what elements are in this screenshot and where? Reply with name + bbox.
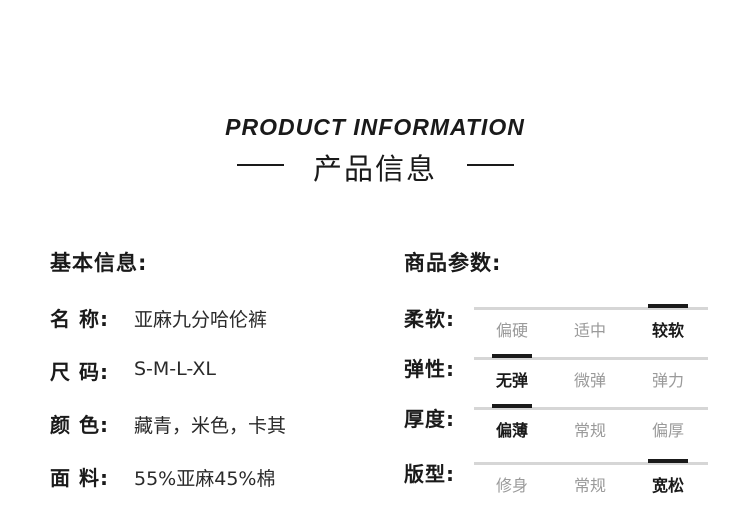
param-key: 柔软:	[404, 307, 455, 331]
param-row-thickness: 厚度: 偏薄 常规 偏厚	[404, 403, 714, 443]
title-right-dash	[467, 164, 514, 166]
param-selected-marker	[492, 354, 532, 358]
param-option: 偏薄	[495, 421, 528, 440]
basic-info-heading: 基本信息:	[50, 251, 148, 275]
param-key: 弹性:	[404, 357, 455, 381]
param-key: 版型:	[404, 462, 455, 486]
info-key: 颜 色:	[50, 413, 109, 437]
param-option: 适中	[573, 321, 606, 340]
info-value: 亚麻九分哈伦裤	[134, 309, 268, 331]
param-option: 常规	[573, 476, 606, 495]
param-option: 修身	[495, 476, 528, 495]
info-value: S-M-L-XL	[134, 358, 216, 380]
info-key: 面 料:	[50, 466, 109, 490]
param-row-fit: 版型: 修身 常规 宽松	[404, 458, 714, 498]
info-key: 名 称:	[50, 307, 109, 331]
param-option: 常规	[573, 421, 606, 440]
param-option: 无弹	[495, 371, 528, 390]
param-key: 厚度:	[404, 407, 455, 431]
param-option: 偏硬	[495, 321, 528, 340]
param-option: 弹力	[651, 371, 684, 390]
param-row-elasticity: 弹性: 无弹 微弹 弹力	[404, 353, 714, 393]
product-params-heading: 商品参数:	[404, 251, 502, 275]
param-selected-marker	[648, 304, 688, 308]
param-selected-marker	[648, 459, 688, 463]
param-option: 较软	[651, 321, 684, 340]
title-english: PRODUCT INFORMATION	[225, 114, 525, 140]
title-chinese-row: 产品信息	[0, 146, 750, 186]
info-value: 55%亚麻45%棉	[134, 468, 276, 490]
param-row-softness: 柔软: 偏硬 适中 较软	[404, 303, 714, 343]
info-key: 尺 码:	[50, 360, 109, 384]
param-option: 偏厚	[651, 421, 684, 440]
title-chinese: 产品信息	[312, 152, 437, 186]
info-value: 藏青，米色，卡其	[134, 415, 287, 437]
param-selected-marker	[492, 404, 532, 408]
param-option: 微弹	[573, 371, 606, 390]
param-option: 宽松	[651, 476, 684, 495]
